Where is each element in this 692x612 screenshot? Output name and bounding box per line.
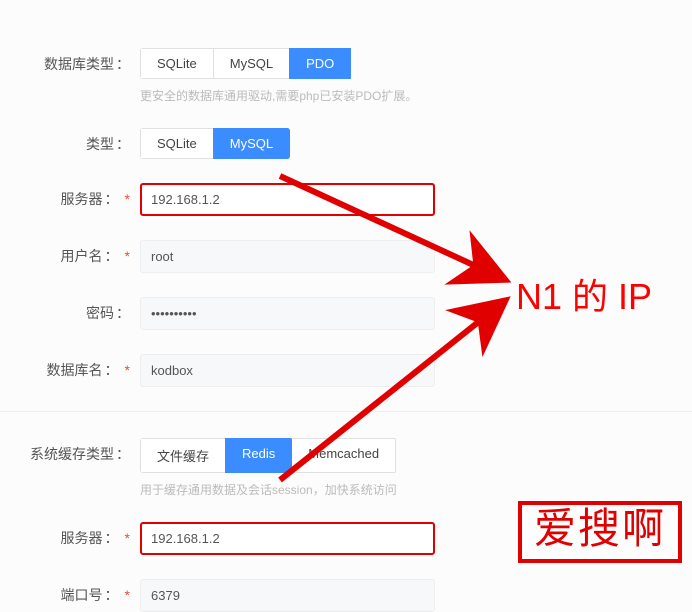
type-segment: SQLite MySQL [140, 128, 290, 159]
label-port: 端口号：* [0, 579, 140, 605]
section-divider [0, 411, 692, 412]
cache-type-hint: 用于缓存通用数据及会话session，加快系统访问 [140, 481, 397, 498]
label-type: 类型： [0, 128, 140, 154]
row-type: 类型： SQLite MySQL [0, 128, 692, 159]
row-server: 服务器：* [0, 183, 692, 216]
password-input[interactable] [140, 297, 435, 330]
db-type-segment: SQLite MySQL PDO [140, 48, 417, 79]
row-db-type: 数据库类型： SQLite MySQL PDO 更安全的数据库通用驱动,需要ph… [0, 48, 692, 104]
label-password: 密码： [0, 297, 140, 323]
dbname-input[interactable] [140, 354, 435, 387]
db-config-form: 数据库类型： SQLite MySQL PDO 更安全的数据库通用驱动,需要ph… [0, 0, 692, 612]
row-cache-server: 服务器：* [0, 522, 692, 555]
row-port: 端口号：* [0, 579, 692, 612]
row-cache-type: 系统缓存类型： 文件缓存 Redis Memcached 用于缓存通用数据及会话… [0, 438, 692, 498]
label-cache-type: 系统缓存类型： [0, 438, 140, 464]
label-dbname: 数据库名：* [0, 354, 140, 380]
row-dbname: 数据库名：* [0, 354, 692, 387]
cache-type-segment: 文件缓存 Redis Memcached [140, 438, 397, 473]
cache-opt-file[interactable]: 文件缓存 [140, 438, 225, 473]
db-type-opt-mysql[interactable]: MySQL [213, 48, 289, 79]
row-username: 用户名：* [0, 240, 692, 273]
username-input[interactable] [140, 240, 435, 273]
db-type-opt-sqlite[interactable]: SQLite [140, 48, 213, 79]
cache-server-input[interactable] [140, 522, 435, 555]
label-username: 用户名：* [0, 240, 140, 266]
type-opt-sqlite[interactable]: SQLite [140, 128, 213, 159]
db-type-hint: 更安全的数据库通用驱动,需要php已安装PDO扩展。 [140, 87, 417, 104]
cache-opt-redis[interactable]: Redis [225, 438, 291, 473]
server-input[interactable] [140, 183, 435, 216]
type-opt-mysql[interactable]: MySQL [213, 128, 290, 159]
label-cache-server: 服务器：* [0, 522, 140, 548]
label-server: 服务器：* [0, 183, 140, 209]
row-password: 密码： [0, 297, 692, 330]
db-type-opt-pdo[interactable]: PDO [289, 48, 351, 79]
port-input[interactable] [140, 579, 435, 612]
cache-opt-memcached[interactable]: Memcached [291, 438, 396, 473]
label-db-type: 数据库类型： [0, 48, 140, 74]
